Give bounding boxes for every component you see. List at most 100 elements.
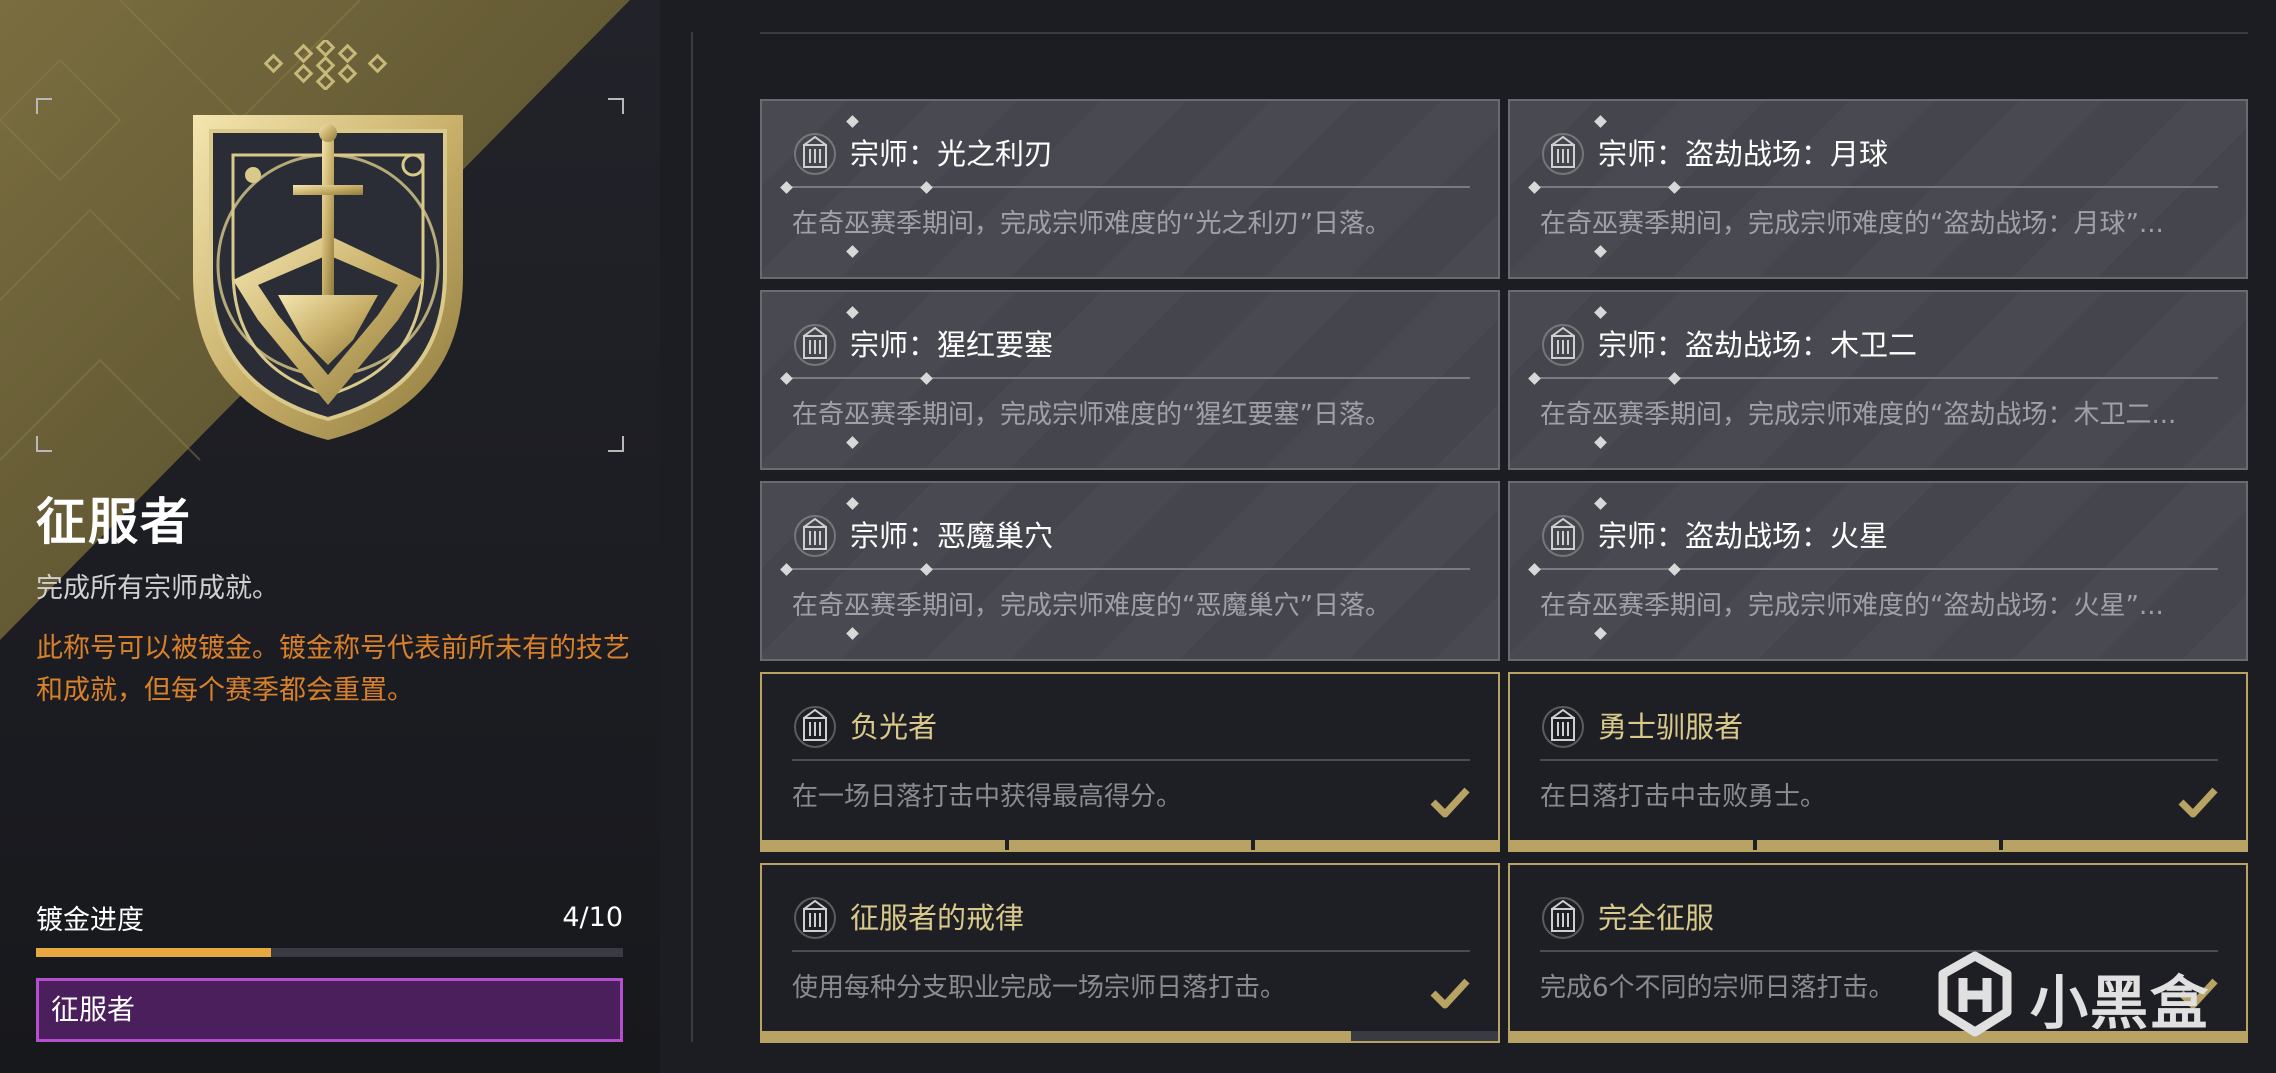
tower-emblem-icon [1540, 895, 1586, 941]
objective-segment [2003, 840, 2246, 850]
gild-count-pips [263, 40, 388, 90]
tower-emblem-icon [792, 322, 838, 368]
triumph-description: 在奇巫赛季期间，完成宗师难度的“盗劫战场：木卫二... [1540, 400, 2177, 430]
triumph-description: 使用每种分支职业完成一场宗师日落打击。 [792, 973, 1287, 1003]
triumph-card[interactable]: 宗师：盗劫战场：木卫二在奇巫赛季期间，完成宗师难度的“盗劫战场：木卫二... [1508, 290, 2248, 470]
triumph-description: 在奇巫赛季期间，完成宗师难度的“盗劫战场：火星”... [1540, 591, 2164, 621]
title-detail-panel: 征服者 完成所有宗师成就。 此称号可以被镀金。镀金称号代表前所未有的技艺和成就，… [0, 0, 660, 1073]
triumph-card[interactable]: 征服者的戒律使用每种分支职业完成一场宗师日落打击。 [760, 863, 1500, 1043]
tower-emblem-icon [1540, 513, 1586, 559]
decor-diamond [920, 181, 933, 194]
gild-progress-fill [36, 948, 271, 957]
checkmark-icon [2178, 786, 2218, 818]
objective-segments [762, 840, 1498, 850]
decor-diamond [1594, 245, 1607, 258]
triumph-card[interactable]: 宗师：猩红要塞在奇巫赛季期间，完成宗师难度的“猩红要塞”日落。 [760, 290, 1500, 470]
card-divider [1540, 377, 2218, 379]
decor-diamond [780, 181, 793, 194]
title-name: 征服者 [36, 493, 192, 551]
triumph-title: 宗师：猩红要塞 [850, 328, 1054, 362]
panel-divider [691, 32, 693, 1042]
card-divider [792, 186, 1470, 188]
checkmark-icon [1430, 977, 1470, 1009]
decor-diamond [846, 245, 859, 258]
equip-title-button[interactable]: 征服者 [36, 978, 623, 1042]
triumph-title: 负光者 [850, 710, 938, 744]
card-divider [792, 377, 1470, 379]
objective-segment [1008, 840, 1252, 850]
gild-note: 此称号可以被镀金。镀金称号代表前所未有的技艺和成就，但每个赛季都会重置。 [36, 633, 630, 706]
triumph-card[interactable]: 宗师：盗劫战场：火星在奇巫赛季期间，完成宗师难度的“盗劫战场：火星”... [1508, 481, 2248, 661]
triumph-card[interactable]: 负光者在一场日落打击中获得最高得分。 [760, 672, 1500, 852]
gild-progress-value: 4/10 [562, 902, 623, 933]
card-divider [792, 759, 1470, 761]
card-divider [792, 568, 1470, 570]
decor-diamond [920, 372, 933, 385]
decor-diamond [846, 627, 859, 640]
triumph-description: 在日落打击中击败勇士。 [1540, 782, 1827, 812]
card-divider [792, 950, 1470, 952]
objective-progress-bar [762, 1031, 1498, 1041]
decor-diamond [1594, 497, 1607, 510]
decor-diamond [1528, 181, 1541, 194]
triumph-title: 宗师：恶魔巢穴 [850, 519, 1054, 553]
decor-diamond [1668, 372, 1681, 385]
decor-diamond [846, 115, 859, 128]
tower-emblem-icon [1540, 131, 1586, 177]
triumph-description: 在一场日落打击中获得最高得分。 [792, 782, 1183, 812]
decor-diamond [1594, 115, 1607, 128]
frame-corner [608, 98, 624, 114]
objective-segment [762, 840, 1005, 850]
triumph-description: 在奇巫赛季期间，完成宗师难度的“盗劫战场：月球”... [1540, 209, 2164, 239]
decor-diamond [1528, 563, 1541, 576]
objective-segment [1510, 840, 1753, 850]
triumph-card[interactable]: 宗师：恶魔巢穴在奇巫赛季期间，完成宗师难度的“恶魔巢穴”日落。 [760, 481, 1500, 661]
decor-diamond [1668, 181, 1681, 194]
triumph-description: 在奇巫赛季期间，完成宗师难度的“恶魔巢穴”日落。 [792, 591, 1391, 621]
gild-progress-bar [36, 948, 623, 957]
title-description: 完成所有宗师成就。 [36, 573, 279, 604]
decor-diamond [1594, 306, 1607, 319]
decor-diamond [920, 563, 933, 576]
decor-diamond [1594, 436, 1607, 449]
decor-diamond [846, 436, 859, 449]
decor-diamond [780, 563, 793, 576]
header-rule [760, 32, 2248, 34]
gild-progress-label: 镀金进度 [36, 905, 144, 936]
triumph-description: 在奇巫赛季期间，完成宗师难度的“光之利刃”日落。 [792, 209, 1391, 239]
objective-segment [1756, 840, 2000, 850]
triumph-title: 宗师：光之利刃 [850, 137, 1054, 171]
tower-emblem-icon [792, 131, 838, 177]
decor-diamond [846, 306, 859, 319]
watermark-text: 小黑盒 [2030, 969, 2211, 1037]
objective-segment [1255, 840, 1498, 850]
triumph-title: 宗师：盗劫战场：火星 [1598, 519, 1889, 553]
frame-corner [36, 436, 52, 452]
triumph-title: 征服者的戒律 [850, 901, 1025, 935]
decor-diamond [1594, 627, 1607, 640]
triumph-description: 在奇巫赛季期间，完成宗师难度的“猩红要塞”日落。 [792, 400, 1391, 430]
tower-emblem-icon [1540, 322, 1586, 368]
card-divider [1540, 759, 2218, 761]
frame-corner [608, 436, 624, 452]
objective-progress-fill [762, 1031, 1351, 1041]
decor-diamond [846, 497, 859, 510]
checkmark-icon [1430, 786, 1470, 818]
objective-segments [1510, 840, 2246, 850]
triumph-title: 完全征服 [1598, 901, 1715, 935]
triumph-title: 宗师：盗劫战场：木卫二 [1598, 328, 1918, 362]
card-divider [1540, 186, 2218, 188]
triumph-title: 勇士驯服者 [1598, 710, 1744, 744]
triumph-card[interactable]: 宗师：盗劫战场：月球在奇巫赛季期间，完成宗师难度的“盗劫战场：月球”... [1508, 99, 2248, 279]
tower-emblem-icon [792, 895, 838, 941]
decor-diamond [1528, 372, 1541, 385]
tower-emblem-icon [1540, 704, 1586, 750]
triumph-title: 宗师：盗劫战场：月球 [1598, 137, 1889, 171]
triumph-card[interactable]: 宗师：光之利刃在奇巫赛季期间，完成宗师难度的“光之利刃”日落。 [760, 99, 1500, 279]
tower-emblem-icon [792, 513, 838, 559]
decor-diamond [780, 372, 793, 385]
xiaoheihe-logo-icon [1938, 951, 2012, 1037]
triumph-card[interactable]: 勇士驯服者在日落打击中击败勇士。 [1508, 672, 2248, 852]
frame-corner [36, 98, 52, 114]
card-divider [1540, 568, 2218, 570]
